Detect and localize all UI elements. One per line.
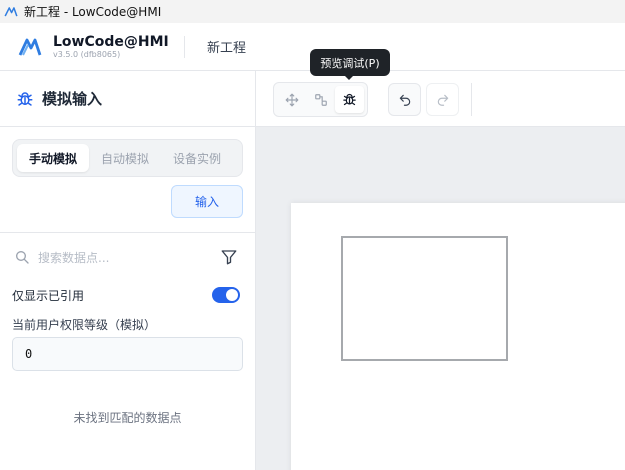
header-divider [184,35,185,58]
panel-title: 模拟输入 [42,90,103,108]
canvas-area[interactable] [256,127,625,470]
search-icon [16,251,29,264]
brand: LowCode@HMI v3.5.0 (dfb8065) [0,34,184,60]
datapoint-search[interactable]: 搜索数据点... [14,243,244,271]
app-logo-icon [4,6,18,16]
only-referenced-row: 仅显示已引用 [12,285,240,305]
app-name: LowCode@HMI [53,33,169,50]
window-title: 新工程 - LowCode@HMI [24,5,162,19]
tab-auto-sim[interactable]: 自动模拟 [89,144,161,172]
project-name[interactable]: 新工程 [207,37,246,56]
permission-level-input[interactable]: 0 [12,337,243,371]
simulation-tabs: 手动模拟 自动模拟 设备实例 [12,139,243,177]
tooltip-text: 预览调试(P) [320,56,380,70]
app-version: v3.5.0 (dfb8065) [53,49,121,59]
search-input[interactable]: 搜索数据点... [38,249,220,266]
only-referenced-label: 仅显示已引用 [12,288,85,303]
permission-label: 当前用户权限等级（模拟） [12,318,157,332]
empty-message: 未找到匹配的数据点 [73,411,182,425]
move-tool-button[interactable] [277,86,306,113]
toggle-knob [226,289,238,301]
toolbar-divider [471,83,472,116]
move-icon [285,93,298,106]
app-logo-icon [18,38,42,56]
section-divider [0,232,255,233]
only-referenced-toggle[interactable] [212,287,240,303]
filter-icon[interactable] [220,248,238,266]
connect-nodes-icon [314,93,327,106]
connect-tool-button[interactable] [306,86,335,113]
tab-manual-sim[interactable]: 手动模拟 [17,144,90,172]
tooltip-arrow [344,75,354,80]
rectangle-component[interactable] [341,236,508,361]
panel-header: 模拟输入 [0,71,255,127]
bug-icon [343,93,356,106]
input-button[interactable]: 输入 [171,185,243,218]
redo-icon [437,94,448,106]
preview-debug-button[interactable] [335,86,364,113]
mode-tool-group [273,82,368,117]
editor-toolbar [256,71,625,127]
undo-icon [399,94,410,106]
redo-button[interactable] [426,83,459,116]
canvas-page[interactable] [291,203,625,470]
tab-device-instance[interactable]: 设备实例 [161,144,233,172]
undo-button[interactable] [388,83,421,116]
simulation-panel: 模拟输入 手动模拟 自动模拟 设备实例 输入 搜索数据点... 仅显示已引用 当… [0,71,256,470]
preview-debug-tooltip: 预览调试(P) [310,49,390,80]
window-titlebar: 新工程 - LowCode@HMI [0,0,625,23]
bug-icon [17,91,33,106]
